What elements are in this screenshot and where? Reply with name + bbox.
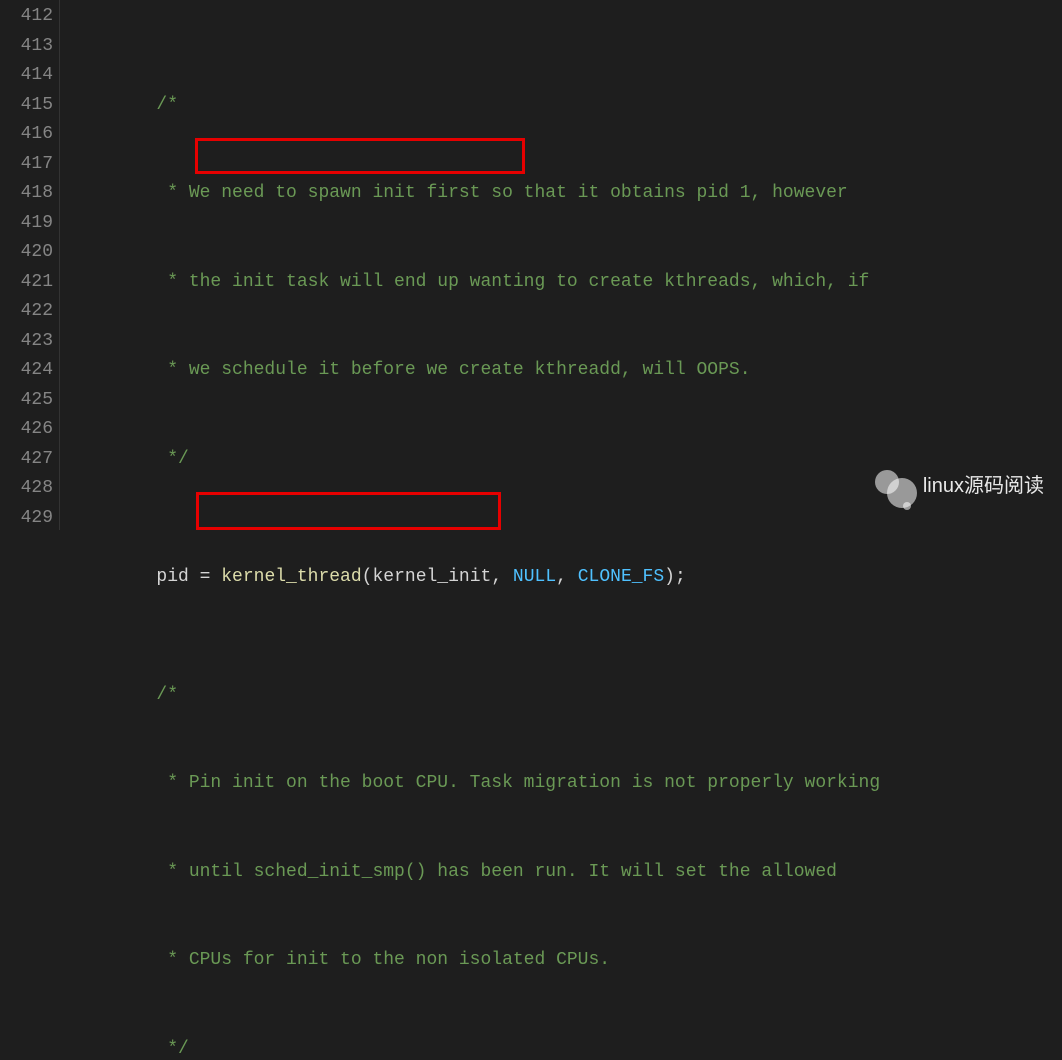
code-line[interactable]: * until sched_init_smp() has been run. I… — [70, 858, 1062, 888]
code-line[interactable]: /* — [70, 681, 1062, 711]
constant: NULL — [513, 567, 556, 587]
code-line[interactable]: */ — [70, 445, 1062, 475]
code-line[interactable]: */ — [70, 1035, 1062, 1060]
line-number: 428 — [0, 474, 53, 504]
comment: * the init task will end up wanting to c… — [167, 272, 869, 292]
comment: */ — [167, 1039, 189, 1059]
comment: /* — [156, 685, 178, 705]
comment: * We need to spawn init first so that it… — [167, 183, 848, 203]
comment: * we schedule it before we create kthrea… — [167, 360, 750, 380]
line-number: 417 — [0, 150, 53, 180]
code-line[interactable]: * the init task will end up wanting to c… — [70, 268, 1062, 298]
line-number: 419 — [0, 209, 53, 239]
code-line[interactable]: /* — [70, 91, 1062, 121]
line-number: 422 — [0, 297, 53, 327]
code-line[interactable]: * We need to spawn init first so that it… — [70, 179, 1062, 209]
code-line[interactable]: pid = kernel_thread(kernel_init, NULL, C… — [70, 563, 1062, 593]
constant: CLONE_FS — [578, 567, 664, 587]
variable: pid — [156, 567, 188, 587]
comment: * Pin init on the boot CPU. Task migrati… — [167, 773, 880, 793]
line-number: 413 — [0, 32, 53, 62]
comment: /* — [156, 95, 178, 115]
code-line[interactable]: * we schedule it before we create kthrea… — [70, 356, 1062, 386]
line-number: 429 — [0, 504, 53, 534]
line-number: 416 — [0, 120, 53, 150]
comment: * until sched_init_smp() has been run. I… — [167, 862, 837, 882]
line-number: 424 — [0, 356, 53, 386]
line-number: 427 — [0, 445, 53, 475]
comment: */ — [167, 449, 189, 469]
comment: * CPUs for init to the non isolated CPUs… — [167, 950, 610, 970]
line-number-gutter: 412 413 414 415 416 417 418 419 420 421 … — [0, 0, 60, 530]
line-number: 423 — [0, 327, 53, 357]
code-line[interactable]: * CPUs for init to the non isolated CPUs… — [70, 946, 1062, 976]
argument: kernel_init — [372, 567, 491, 587]
function-call: kernel_thread — [221, 567, 361, 587]
line-number: 415 — [0, 91, 53, 121]
line-number: 421 — [0, 268, 53, 298]
line-number: 426 — [0, 415, 53, 445]
line-number: 414 — [0, 61, 53, 91]
line-number: 420 — [0, 238, 53, 268]
line-number: 418 — [0, 179, 53, 209]
line-number: 412 — [0, 2, 53, 32]
code-area[interactable]: /* * We need to spawn init first so that… — [60, 0, 1062, 530]
line-number: 425 — [0, 386, 53, 416]
code-editor[interactable]: 412 413 414 415 416 417 418 419 420 421 … — [0, 0, 1062, 530]
code-line[interactable]: * Pin init on the boot CPU. Task migrati… — [70, 769, 1062, 799]
